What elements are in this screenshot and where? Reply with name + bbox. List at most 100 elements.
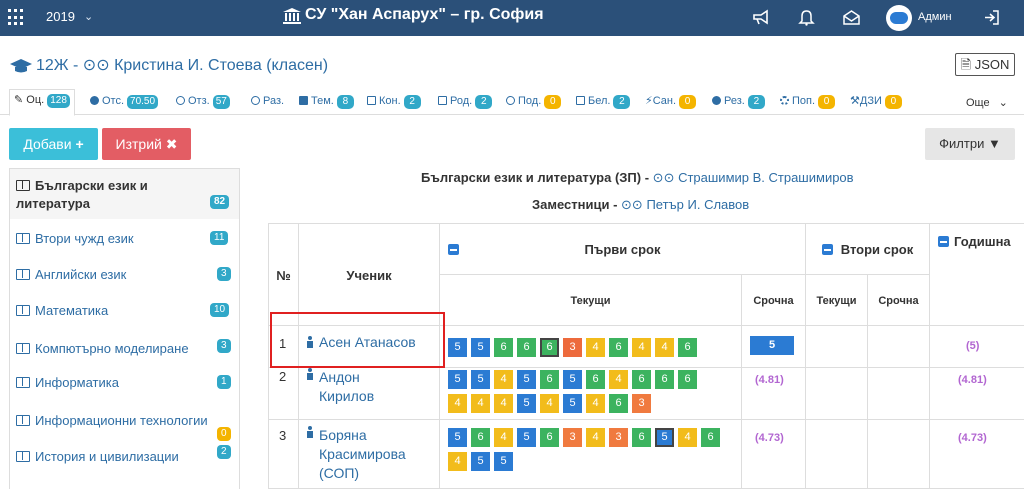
filters-button[interactable]: Филтри ▼	[925, 128, 1015, 160]
grade-chip[interactable]: 3	[609, 428, 628, 447]
subject-item-bulgarian[interactable]: Български език и литература 82	[10, 169, 239, 219]
table-row-student[interactable]: Андон Кирилов	[299, 368, 440, 420]
bolt-icon: ⚡	[645, 95, 653, 107]
grade-chip[interactable]: 4	[494, 428, 513, 447]
tab-topics[interactable]: Тем. 8	[299, 91, 354, 113]
grade-chip[interactable]: 4	[540, 394, 559, 413]
grade-chip[interactable]: 3	[632, 394, 651, 413]
edit-icon	[367, 96, 376, 105]
year-selector[interactable]: 2019	[46, 9, 75, 24]
megaphone-icon[interactable]	[752, 9, 769, 26]
subject-teacher[interactable]: Страшимир В. Страшимиров	[678, 170, 854, 185]
grade-chip[interactable]: 4	[678, 428, 697, 447]
subject-count-badge: 2	[217, 445, 231, 459]
subject-count-badge: 10	[210, 303, 230, 317]
avatar-icon[interactable]	[886, 5, 912, 31]
grade-chip[interactable]: 5	[471, 370, 490, 389]
grade-chip[interactable]: 6	[494, 338, 513, 357]
apps-grid-icon[interactable]	[8, 9, 25, 26]
grade-chip[interactable]: 6	[609, 394, 628, 413]
add-button[interactable]: Добави +	[9, 128, 98, 160]
tab-absences[interactable]: Отс. 70.50	[90, 91, 159, 113]
logout-icon[interactable]	[983, 9, 1000, 26]
tab-sanctions[interactable]: ⚡Сан. 0	[645, 91, 697, 113]
chevron-down-icon: ⌄	[998, 97, 1008, 109]
collapse-icon[interactable]	[938, 236, 949, 247]
bell-icon[interactable]	[798, 9, 815, 26]
grade-chip[interactable]: 6	[586, 370, 605, 389]
envelope-icon[interactable]	[843, 9, 860, 26]
tab-parents[interactable]: Род. 2	[438, 91, 493, 113]
grade-chip[interactable]: 5	[517, 370, 536, 389]
grade-chip[interactable]: 6	[632, 370, 651, 389]
grade-chip[interactable]: 6	[540, 338, 559, 357]
term-grade[interactable]: 5	[750, 336, 794, 355]
grade-chip[interactable]: 6	[678, 370, 697, 389]
grade-chip[interactable]: 6	[632, 428, 651, 447]
grade-chip[interactable]: 5	[471, 338, 490, 357]
grade-chip[interactable]: 4	[494, 370, 513, 389]
grade-chip[interactable]: 4	[586, 428, 605, 447]
grade-chip[interactable]: 4	[609, 370, 628, 389]
note-icon	[576, 96, 585, 105]
subject-count-badge: 3	[217, 339, 231, 353]
table-row-student[interactable]: Боряна Красимирова (СОП)	[299, 420, 440, 489]
collapse-icon[interactable]	[821, 244, 833, 255]
grade-chip[interactable]: 3	[563, 338, 582, 357]
tab-corrections[interactable]: Поп. 0	[780, 91, 836, 113]
more-dropdown[interactable]: Още ⌄	[966, 96, 1008, 109]
user-name[interactable]: Админ	[918, 11, 952, 23]
grade-chip[interactable]: 4	[448, 394, 467, 413]
tab-dzi[interactable]: ⚒ДЗИ 0	[850, 91, 902, 113]
grade-chip[interactable]: 6	[517, 338, 536, 357]
current-grades-cell: 5 6 4 5 6 3 4 3 6 5 4 6 4 5 5	[440, 420, 742, 489]
grade-chip[interactable]: 5	[563, 370, 582, 389]
class-teacher[interactable]: Кристина И. Стоева (класен)	[114, 57, 328, 74]
grade-chip[interactable]: 5	[655, 428, 674, 447]
delete-button[interactable]: Изтрий ✖	[102, 128, 191, 160]
grade-chip[interactable]: 6	[540, 370, 559, 389]
grade-chip[interactable]: 4	[655, 338, 674, 357]
chevron-down-icon[interactable]: ⌄	[84, 10, 93, 23]
grade-chip[interactable]: 4	[586, 338, 605, 357]
grade-chip[interactable]: 4	[471, 394, 490, 413]
collapse-icon[interactable]	[448, 244, 459, 255]
grade-chip[interactable]: 5	[448, 338, 467, 357]
grade-chip[interactable]: 6	[678, 338, 697, 357]
grade-chip[interactable]: 6	[471, 428, 490, 447]
grade-chip[interactable]: 6	[540, 428, 559, 447]
annual-header[interactable]: Годишна	[930, 223, 1024, 326]
tab-support[interactable]: Под. 0	[506, 91, 562, 113]
grade-chip[interactable]: 5	[563, 394, 582, 413]
grade-chip[interactable]: 6	[609, 338, 628, 357]
tab-results[interactable]: Рез. 2	[712, 91, 765, 113]
grade-chip[interactable]: 5	[517, 394, 536, 413]
substitute-teacher[interactable]: Петър И. Славов	[646, 197, 749, 212]
empty-cell	[806, 368, 868, 420]
grade-chip[interactable]: 4	[448, 452, 467, 471]
grade-chip[interactable]: 3	[563, 428, 582, 447]
grade-chip[interactable]: 6	[701, 428, 720, 447]
grade-chip[interactable]: 5	[494, 452, 513, 471]
grade-chip[interactable]: 5	[517, 428, 536, 447]
term-grade-header-2: Срочна	[868, 275, 930, 326]
grade-chip[interactable]: 4	[494, 394, 513, 413]
grade-chip[interactable]: 5	[448, 370, 467, 389]
pencil-icon: ✎	[14, 94, 24, 106]
subject-count-badge: 0	[217, 427, 231, 441]
grade-chip[interactable]: 6	[655, 370, 674, 389]
term2-header[interactable]: Втори срок	[806, 223, 930, 275]
grade-chip[interactable]: 4	[632, 338, 651, 357]
grade-chip[interactable]: 5	[448, 428, 467, 447]
json-button[interactable]: 🗎 JSON	[955, 53, 1015, 76]
term1-header[interactable]: Първи срок	[440, 223, 806, 275]
grade-chip[interactable]: 4	[586, 394, 605, 413]
tab-grades[interactable]: ✎ Оц. 128	[9, 89, 75, 116]
tab-feedback[interactable]: Отз. 57	[176, 91, 230, 113]
tab-exams[interactable]: Кон. 2	[367, 91, 421, 113]
term-grade-cell: (4.73)	[742, 420, 806, 489]
tab-schedule[interactable]: Раз.	[251, 91, 284, 113]
tab-notes[interactable]: Бел. 2	[576, 91, 631, 113]
grade-chip[interactable]: 5	[471, 452, 490, 471]
book-icon	[16, 305, 30, 316]
